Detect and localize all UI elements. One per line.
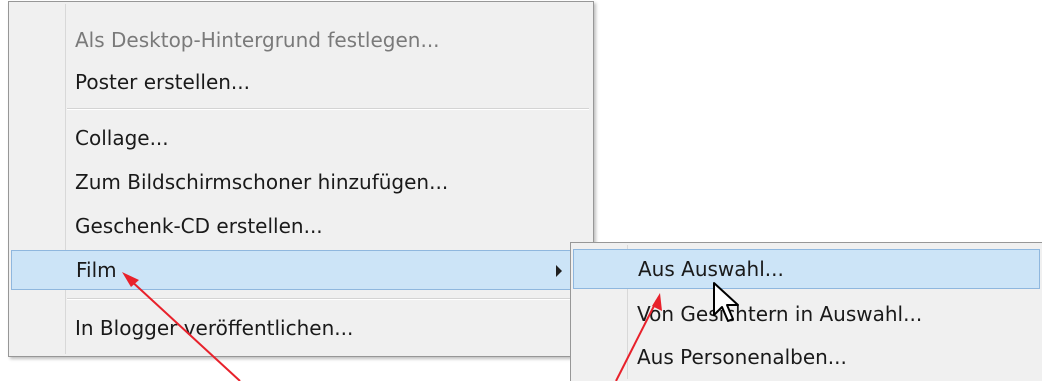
red-arrow-icon [615,293,662,381]
red-arrow-icon [122,272,241,381]
annotation-arrows [122,272,662,381]
